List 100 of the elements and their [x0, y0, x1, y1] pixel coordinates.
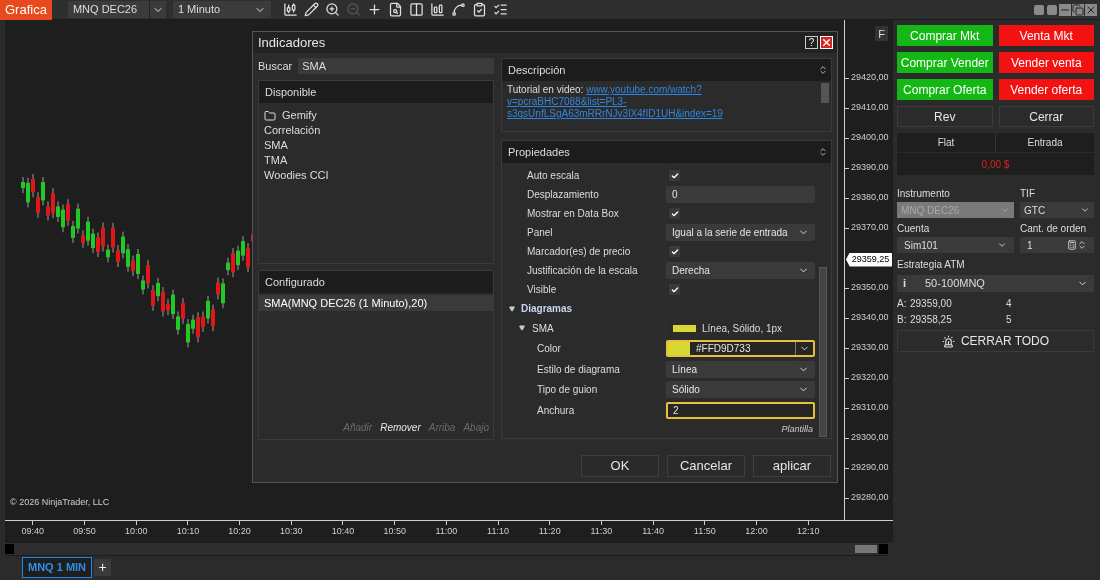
expander-icon[interactable]: [519, 325, 525, 332]
zoom-in-icon[interactable]: [324, 2, 340, 17]
select-field[interactable]: Sólido: [666, 381, 815, 399]
property-label: Tipo de guion: [537, 383, 598, 398]
checkbox[interactable]: [669, 208, 680, 219]
property-label: Color: [537, 342, 561, 357]
select-field[interactable]: Derecha: [666, 262, 815, 279]
minimize-icon[interactable]: [1059, 3, 1071, 16]
indicator-item[interactable]: Woodies CCI: [264, 167, 329, 184]
color-field[interactable]: #FFD9D733: [666, 340, 815, 358]
time-label: 12:00: [745, 525, 768, 538]
window-button-icon[interactable]: [1033, 3, 1045, 16]
close-icon[interactable]: [820, 36, 833, 49]
time-label: 11:30: [590, 525, 613, 538]
scrollbar[interactable]: [821, 83, 829, 103]
column-chart-icon[interactable]: [429, 2, 445, 17]
price-label: 29370,00: [851, 221, 889, 235]
scroll-arrows-icon[interactable]: [818, 147, 828, 157]
expander-icon[interactable]: [509, 305, 515, 312]
close-icon[interactable]: [1085, 3, 1097, 16]
dialog-button[interactable]: OK: [581, 455, 659, 477]
order-button[interactable]: Vender oferta: [998, 79, 1094, 100]
order-button[interactable]: Venta Mkt: [998, 25, 1094, 46]
list-action-link[interactable]: Remover: [380, 420, 421, 435]
plot-summary: Línea, Sólido, 1px: [702, 321, 783, 336]
price-label: 29390,00: [851, 161, 889, 175]
calculator-icon[interactable]: [1067, 240, 1077, 250]
indicator-item[interactable]: SMA: [264, 137, 288, 154]
chart-tab[interactable]: MNQ 1 MIN: [22, 556, 93, 578]
account-select[interactable]: Sim101: [897, 237, 1014, 253]
current-price-marker: 29359,25: [846, 252, 892, 267]
line-chart-icon[interactable]: [450, 2, 466, 17]
indicator-item[interactable]: Correlación: [264, 122, 321, 139]
select-field[interactable]: Línea: [666, 360, 815, 378]
search-field[interactable]: SMA: [298, 58, 494, 74]
scale-button[interactable]: F: [875, 26, 888, 41]
price-label: 29400,00: [851, 131, 889, 145]
info-icon: i: [903, 275, 925, 292]
checkbox[interactable]: [669, 284, 680, 295]
scrollbar[interactable]: [819, 267, 827, 437]
price-label: 29410,00: [851, 101, 889, 115]
order-button[interactable]: Vender venta: [998, 52, 1094, 73]
property-label: Panel: [527, 226, 553, 240]
quote-size: 4: [1006, 297, 1012, 311]
window-button-icon[interactable]: [1046, 3, 1058, 16]
price-label: 29380,00: [851, 191, 889, 205]
price-label: 29330,00: [851, 341, 889, 355]
columns-icon[interactable]: [408, 2, 424, 17]
property-label: Justificación de la escala: [527, 264, 638, 278]
indicator-item[interactable]: TMA: [264, 152, 288, 169]
app-button[interactable]: Grafica: [0, 0, 52, 20]
order-button[interactable]: Rev: [897, 106, 993, 127]
price-label: 29280,00: [851, 491, 889, 505]
document-search-icon[interactable]: [387, 2, 403, 17]
field-label: Instrumento: [897, 187, 951, 201]
input-field[interactable]: 0: [666, 186, 815, 203]
checkbox[interactable]: [669, 246, 680, 257]
field-label: TIF: [1020, 187, 1036, 201]
time-label: 09:50: [73, 525, 96, 538]
checkbox[interactable]: [669, 170, 680, 181]
order-button[interactable]: Cerrar: [998, 106, 1094, 127]
quantity-field[interactable]: 1: [1020, 237, 1094, 253]
instrument-select[interactable]: MNQ DEC26: [67, 1, 166, 18]
select-field[interactable]: Igual a la serie de entrada: [666, 224, 815, 241]
close-all-button[interactable]: CERRAR TODO: [897, 330, 1094, 352]
dialog-button[interactable]: aplicar: [753, 455, 831, 477]
tif-select[interactable]: GTC: [1020, 202, 1094, 218]
price-label: 29290,00: [851, 461, 889, 475]
property-label: Auto escala: [527, 169, 580, 183]
spinner-icon[interactable]: [1077, 240, 1087, 250]
input-field[interactable]: 2: [666, 401, 815, 419]
horizontal-scrollbar[interactable]: [5, 542, 888, 556]
scroll-arrows-icon[interactable]: [818, 65, 828, 75]
template-link[interactable]: Plantilla: [781, 422, 813, 436]
quote-side: B:: [897, 313, 908, 327]
add-tab-button[interactable]: +: [94, 558, 112, 576]
bar-chart-icon[interactable]: [282, 2, 298, 17]
field-label: Cuenta: [897, 222, 931, 236]
time-label: 11:50: [693, 525, 716, 538]
folder-icon: [264, 109, 276, 122]
crosshair-icon[interactable]: [366, 2, 382, 17]
time-label: 11:00: [435, 525, 458, 538]
entry-label: Entrada: [1026, 136, 1064, 150]
configured-item[interactable]: SMA(MNQ DEC26 (1 Minuto),20): [259, 295, 493, 311]
property-label: Diagramas: [521, 302, 573, 316]
panel-title: Configurado: [265, 274, 325, 290]
indicator-item[interactable]: Gemify: [282, 107, 317, 124]
pencil-icon[interactable]: [303, 2, 319, 17]
help-button[interactable]: ?: [805, 36, 818, 49]
time-label: 10:00: [124, 525, 148, 538]
dialog-button[interactable]: Cancelar: [667, 455, 745, 477]
list-icon[interactable]: [492, 2, 508, 17]
search-label: Buscar: [258, 58, 293, 74]
restore-icon[interactable]: [1072, 3, 1084, 16]
clipboard-icon[interactable]: [471, 2, 487, 17]
description-text: Tutorial en video: www.youtube.com/watch?v=pcraBHC7088&list=PL3-s3qsUnfLSgA63mRRrNJv3lX4fID1UH&index=19: [506, 83, 724, 120]
panel-title: Disponible: [265, 84, 317, 100]
interval-select[interactable]: 1 Minuto: [172, 1, 271, 18]
atm-select[interactable]: i 50-100MNQ: [897, 275, 1094, 292]
panel-title: Propiedades: [508, 144, 570, 160]
